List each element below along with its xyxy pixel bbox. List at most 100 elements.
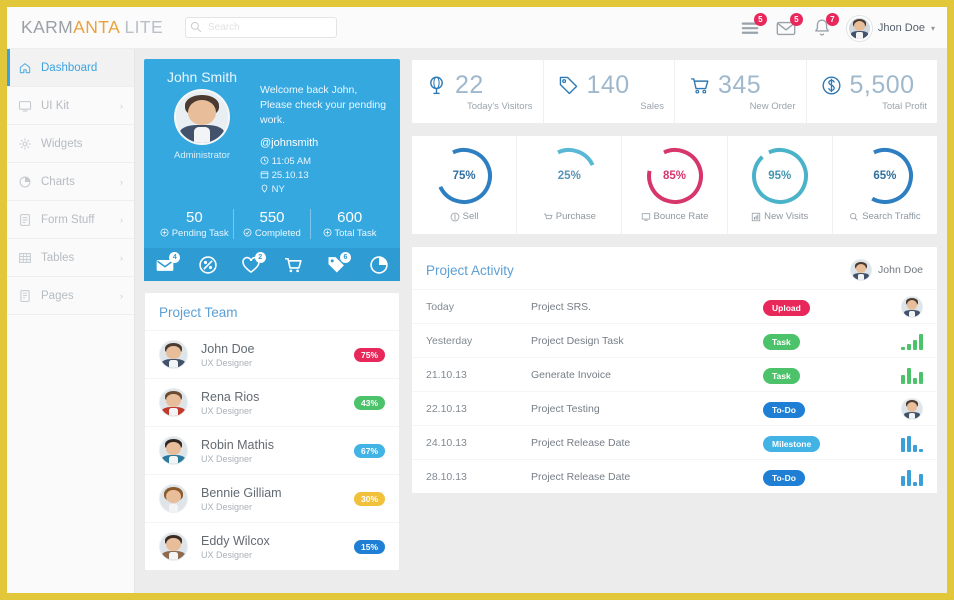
sidebar-item-form-stuff[interactable]: Form Stuff › [7, 201, 134, 239]
member-role: UX Designer [201, 501, 253, 512]
search-icon [190, 21, 202, 33]
table-row[interactable]: Yesterday Project Design Task Task [412, 323, 937, 357]
chevron-right-icon: › [120, 176, 123, 187]
member-role: UX Designer [201, 405, 253, 416]
mail-icon[interactable]: 5 [775, 13, 803, 39]
sidebar-item-label: Tables [41, 251, 75, 264]
sidebar-item-widgets[interactable]: Widgets [7, 125, 134, 163]
list-item[interactable]: John Doe UX Designer 75% [145, 330, 399, 378]
kpi-visitors: 22 Today's Visitors [412, 60, 544, 123]
table-icon [19, 252, 31, 263]
list-item[interactable]: Rena Rios UX Designer 43% [145, 378, 399, 426]
pie-chart-icon [19, 176, 31, 187]
stat-label: Total Task [311, 228, 388, 239]
heart-icon[interactable]: 2 [241, 251, 266, 275]
sidebar-item-label: Widgets [41, 137, 83, 150]
profile-name: John Smith [166, 69, 238, 85]
sidebar-item-pages[interactable]: Pages › [7, 277, 134, 315]
table-row[interactable]: Today Project SRS. Upload [412, 289, 937, 323]
sidebar-item-dashboard[interactable]: Dashboard [7, 49, 134, 87]
donut-value: 95% [768, 170, 792, 182]
user-menu[interactable]: Jhon Doe ▾ [846, 15, 935, 41]
activity-date: 24.10.13 [426, 436, 467, 449]
sparkline-chart [901, 468, 923, 486]
app-logo[interactable]: KARMANTA LITE [21, 17, 163, 38]
list-item[interactable]: Bennie Gilliam UX Designer 30% [145, 474, 399, 522]
main-content: John Smith Administrator Welcome back Jo… [135, 49, 947, 593]
search-box[interactable] [185, 17, 338, 38]
tasks-icon[interactable]: 5 [739, 13, 767, 39]
profile-location-group: NY [260, 184, 293, 195]
activity-desc: Project Design Task [531, 334, 624, 347]
profile-location: NY [271, 184, 285, 195]
activity-desc: Generate Invoice [531, 368, 611, 381]
list-item[interactable]: Robin Mathis UX Designer 67% [145, 426, 399, 474]
member-role: UX Designer [201, 453, 253, 464]
activity-desc: Project SRS. [531, 300, 592, 313]
sidebar-item-ui-kit[interactable]: UI Kit › [7, 87, 134, 125]
tasks-badge: 5 [753, 13, 767, 26]
avatar [159, 388, 188, 417]
kpi-new-order: 345 New Order [675, 60, 807, 123]
kpi-value: 5,500 [849, 71, 915, 99]
user-name: Jhon Doe [877, 22, 925, 34]
globe-icon [430, 76, 443, 95]
top-bar: KARMANTA LITE 5 [7, 7, 947, 49]
avatar [159, 436, 188, 465]
discount-icon[interactable] [198, 255, 218, 275]
sparkline-chart [901, 366, 923, 384]
kpi-value: 345 [718, 71, 762, 99]
kpi-value: 22 [455, 71, 484, 99]
activity-owner[interactable]: John Doe [850, 259, 923, 281]
chart-icon [751, 212, 761, 221]
tag-icon[interactable]: 6 [326, 251, 351, 275]
avatar [901, 295, 923, 318]
search-input[interactable] [185, 17, 338, 38]
profile-time-group: 11:05 AM [260, 156, 319, 167]
sidebar-item-charts[interactable]: Charts › [7, 163, 134, 201]
stat-value: 550 [259, 209, 285, 226]
chevron-right-icon: › [120, 290, 123, 301]
donut-value: 85% [662, 170, 687, 182]
member-role: UX Designer [201, 357, 253, 368]
table-row[interactable]: 24.10.13 Project Release Date Milestone [412, 425, 937, 459]
table-row[interactable]: 21.10.13 Generate Invoice Task [412, 357, 937, 391]
sidebar-item-tables[interactable]: Tables › [7, 239, 134, 277]
chevron-right-icon: › [120, 252, 123, 263]
activity-owner-name: John Doe [878, 264, 923, 276]
donut-purchase: 25% Purchase [517, 136, 623, 234]
pie-icon[interactable] [369, 255, 389, 275]
sidebar: Dashboard UI Kit › Widgets Charts › Form… [7, 49, 135, 593]
donut-new-visits: 95% New Visits [728, 136, 833, 234]
donut-bounce-rate: 85% Bounce Rate [622, 136, 728, 234]
mail-badge: 5 [789, 13, 803, 26]
list-item[interactable]: Eddy Wilcox UX Designer 15% [145, 522, 399, 570]
logo-part-4: LITE [124, 17, 164, 37]
cart-icon[interactable] [283, 255, 303, 275]
bell-icon[interactable]: 7 [811, 13, 839, 39]
avatar [846, 15, 872, 41]
status-badge: To-Do [763, 401, 805, 418]
donut-value: 65% [873, 170, 897, 182]
donut-chart: 95% [749, 145, 811, 207]
member-role: UX Designer [201, 549, 253, 560]
donut-chart: 85% [644, 145, 706, 207]
profile-stat-pending: 50 Pending Task [156, 209, 234, 239]
donut-value: 75% [452, 170, 476, 182]
table-row[interactable]: 28.10.13 Project Release Date To-Do [412, 459, 937, 493]
bell-badge: 7 [825, 13, 839, 26]
profile-welcome: Welcome back John, Please check your pen… [260, 84, 387, 126]
table-row[interactable]: 22.10.13 Project Testing To-Do [412, 391, 937, 425]
monitor-icon [18, 100, 32, 111]
kpi-label: Sales [640, 101, 664, 112]
chevron-right-icon: › [120, 214, 123, 225]
calendar-icon [260, 171, 269, 179]
body: Dashboard UI Kit › Widgets Charts › Form… [7, 49, 947, 593]
profile-quick-actions: 4 2 6 [144, 248, 400, 281]
home-icon [19, 62, 31, 73]
check-circle-icon [243, 228, 252, 237]
sidebar-item-label: Charts [41, 175, 75, 188]
status-badge: Milestone [763, 435, 821, 452]
mail-icon[interactable]: 4 [155, 251, 181, 275]
donut-label: Purchase [543, 211, 596, 222]
